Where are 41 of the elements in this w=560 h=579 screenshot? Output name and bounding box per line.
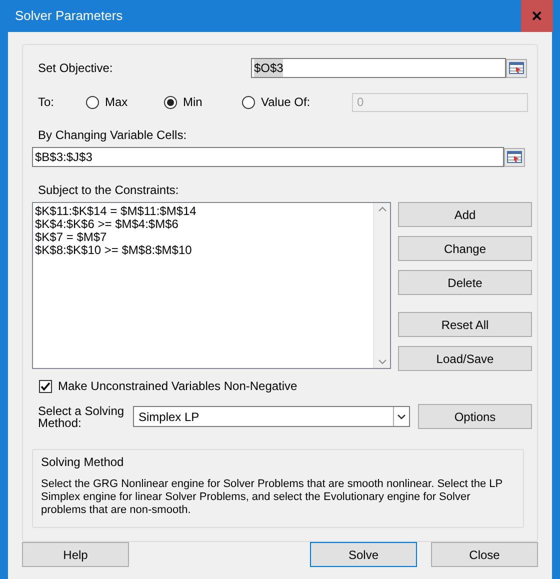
constraint-action-button[interactable]: Add xyxy=(398,202,532,227)
method-dropdown[interactable]: Simplex LP xyxy=(133,406,410,427)
checkmark-icon xyxy=(40,380,51,392)
range-picker-button[interactable] xyxy=(504,148,525,166)
scroll-down-icon[interactable] xyxy=(378,359,386,365)
radio-button[interactable] xyxy=(242,96,255,108)
radio-button[interactable] xyxy=(164,96,177,108)
radio-option[interactable]: Max xyxy=(86,93,164,111)
scroll-up-icon[interactable] xyxy=(378,206,386,212)
objective-field[interactable]: $O$3 xyxy=(251,58,506,78)
help-button[interactable]: Help xyxy=(22,542,129,567)
constraint-action-button[interactable]: Change xyxy=(398,236,532,261)
to-label: To: xyxy=(37,94,56,111)
radio-option[interactable]: Min xyxy=(164,93,242,111)
constraint-item[interactable]: $K$11:$K$14 = $M$11:$M$14 xyxy=(35,205,373,218)
close-dialog-button[interactable]: Close xyxy=(431,542,538,567)
constraint-action-button[interactable]: Delete xyxy=(398,270,532,295)
constraint-item[interactable]: $K$7 = $M$7 xyxy=(35,231,373,244)
objective-label: Set Objective: xyxy=(37,60,114,77)
range-select-icon xyxy=(509,62,524,74)
options-button[interactable]: Options xyxy=(418,404,532,429)
info-text: Select the GRG Nonlinear engine for Solver Problems that are smooth nonlinear. Select the LP Simplex engine for linear Solver Problems, and select the Evolutionary engine for Solver problems that are non-smooth. xyxy=(41,478,504,517)
constraints-list[interactable]: $K$11:$K$14 = $M$11:$M$14 $K$4:$K$6 >= $M$4:$M$6 $K$7 = $M$7 $K$8:$K$10 >= $M$8:$M$10 xyxy=(32,202,391,369)
radio-button[interactable] xyxy=(86,96,99,108)
window-title: Solver Parameters xyxy=(14,7,123,26)
constraint-item[interactable]: $K$4:$K$6 >= $M$4:$M$6 xyxy=(35,218,373,231)
variables-label: By Changing Variable Cells: xyxy=(37,127,188,144)
info-title: Solving Method xyxy=(41,454,125,471)
constraint-action-button[interactable]: Load/Save xyxy=(398,346,532,371)
constraints-label: Subject to the Constraints: xyxy=(37,182,180,199)
constraint-action-button[interactable]: Reset All xyxy=(398,312,532,337)
constraint-item[interactable]: $K$8:$K$10 >= $M$8:$M$10 xyxy=(35,244,373,257)
checkbox-label: Make Unconstrained Variables Non-Negative xyxy=(58,378,298,395)
radio-option[interactable]: Value Of: xyxy=(242,93,352,111)
range-select-icon xyxy=(507,151,522,163)
variables-field[interactable]: $B$3:$J$3 xyxy=(32,147,504,167)
range-picker-button[interactable] xyxy=(506,58,527,78)
method-label: Select a Solving Method: xyxy=(37,404,126,428)
close-button[interactable]: ✕ xyxy=(521,0,553,32)
checkbox[interactable] xyxy=(39,380,52,392)
solve-button[interactable]: Solve xyxy=(310,542,417,567)
